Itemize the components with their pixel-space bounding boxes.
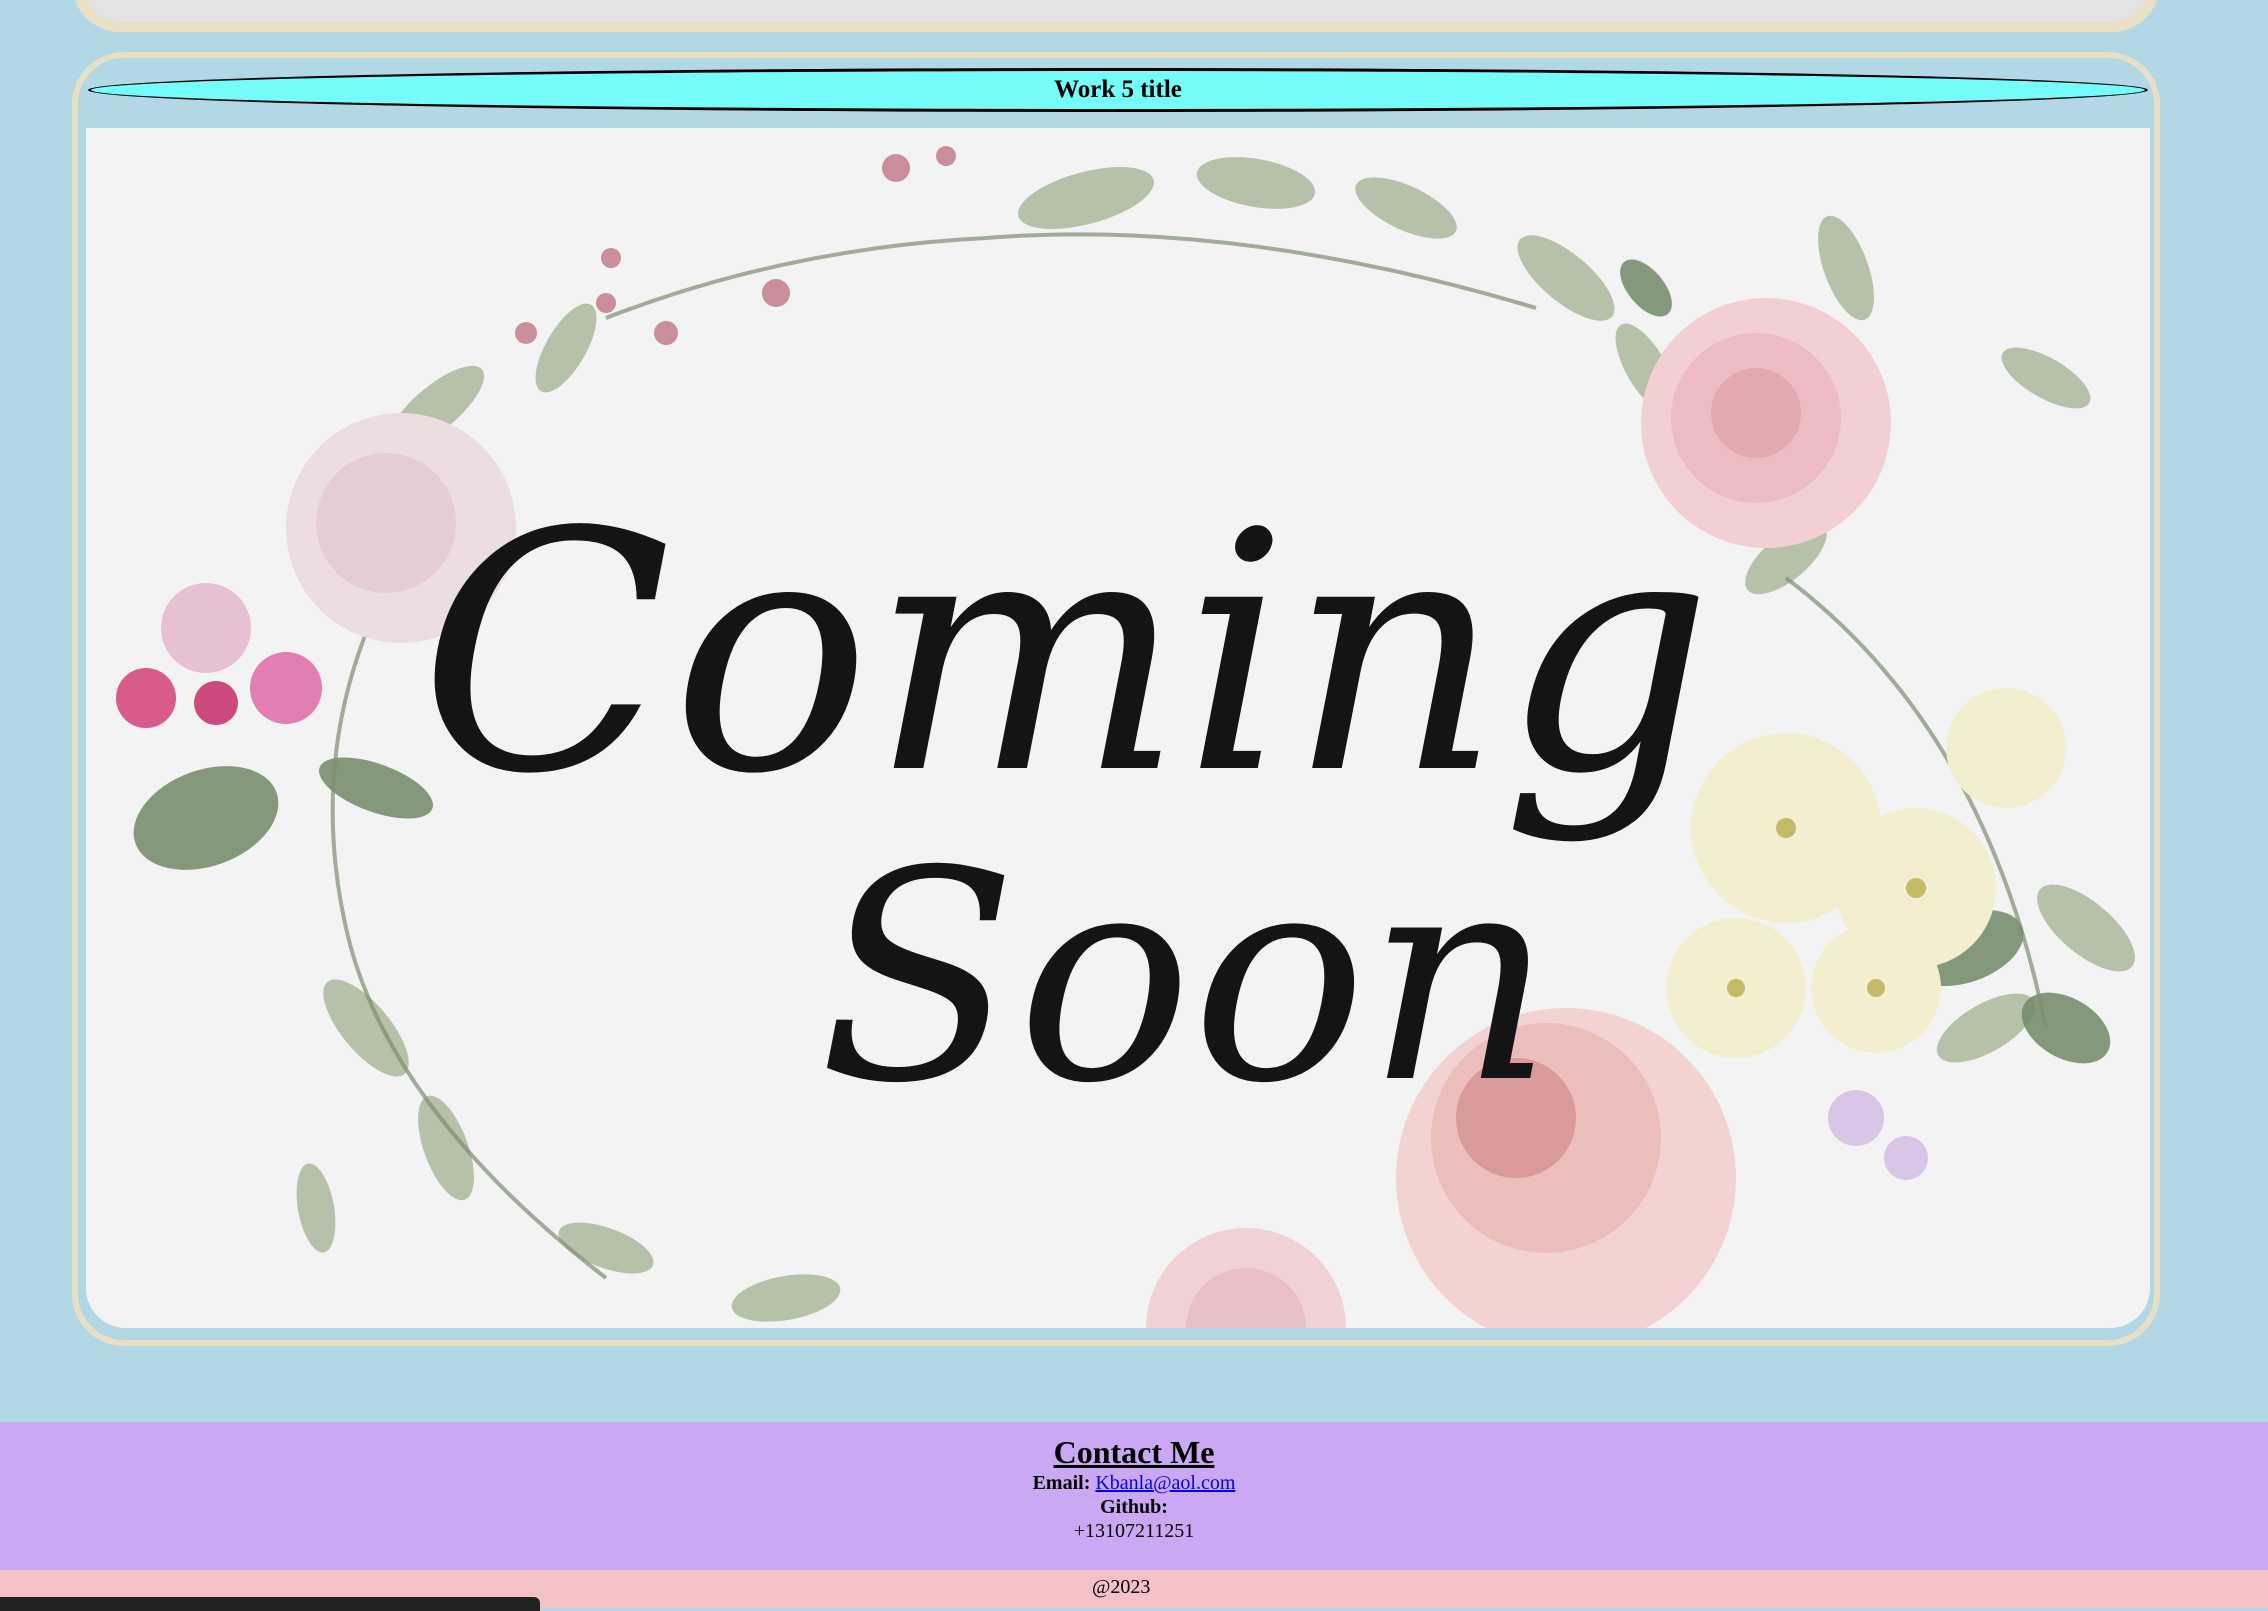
floral-wreath-illustration: Coming Soon bbox=[116, 146, 2135, 1328]
soon-text: Soon bbox=[819, 810, 1554, 1147]
phone-number: +13107211251 bbox=[1073, 1520, 1195, 1542]
coming-text: Coming bbox=[419, 462, 1712, 846]
copyright-text: @2023 bbox=[1092, 1576, 1151, 1598]
work-title: Work 5 title bbox=[1054, 76, 1182, 103]
contact-heading: Contact Me bbox=[1053, 1434, 1215, 1470]
coming-soon-image: Coming Soon bbox=[86, 128, 2150, 1328]
work-card: Work 5 title Coming Soon bbox=[72, 52, 2160, 1346]
contact-email-line: Email: Kbanla@aol.com bbox=[0, 1472, 2268, 1495]
github-label: Github: bbox=[1100, 1496, 1168, 1518]
email-label: Email: bbox=[1032, 1472, 1091, 1494]
contact-section: Contact Me Email: Kbanla@aol.com Github:… bbox=[0, 1422, 2268, 1570]
work-card-body: Work 5 title Coming Soon bbox=[78, 58, 2154, 1340]
work-title-banner: Work 5 title bbox=[88, 68, 2148, 112]
taskbar-edge bbox=[0, 1597, 540, 1611]
email-link[interactable]: Kbanla@aol.com bbox=[1095, 1472, 1235, 1494]
previous-work-card-body bbox=[82, 0, 2150, 22]
previous-work-card bbox=[72, 0, 2160, 32]
